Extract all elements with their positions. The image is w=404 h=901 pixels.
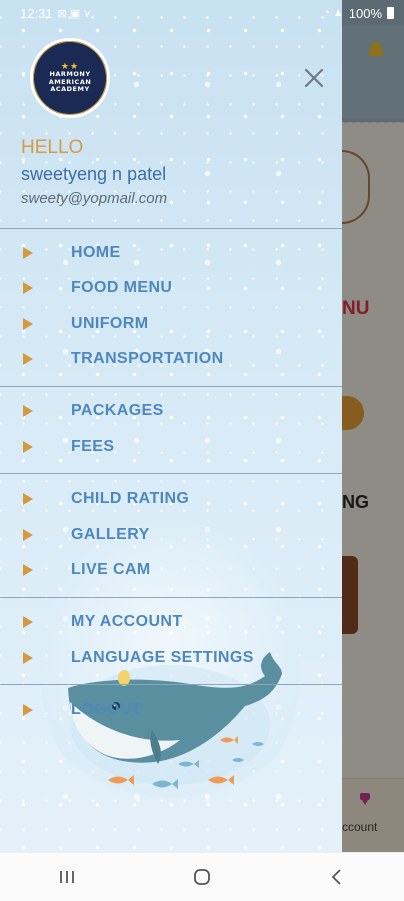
- menu-item-my-account[interactable]: MY ACCOUNT: [0, 606, 342, 638]
- menu-item-uniform[interactable]: UNIFORM: [0, 308, 342, 340]
- menu-item-label: GALLERY: [71, 526, 150, 543]
- menu-item-label: CHILD RATING: [71, 490, 190, 507]
- play-arrow-icon: [23, 318, 33, 330]
- menu-item-label: LIVE CAM: [71, 561, 151, 578]
- home-circle-icon: [194, 869, 210, 885]
- school-logo: ★★ HARMONY AMERICAN ACADEMY: [30, 38, 110, 118]
- menu-item-home[interactable]: HOME: [0, 237, 342, 269]
- menu-item-packages[interactable]: PACKAGES: [0, 395, 342, 427]
- wifi-signal-icon: ◔ ▲: [323, 7, 344, 19]
- menu-item-label: FOOD MENU: [71, 279, 173, 296]
- menu-divider: [0, 597, 342, 598]
- menu-item-language-settings[interactable]: LANGUAGE SETTINGS: [0, 642, 342, 674]
- menu-item-label: HOME: [71, 244, 121, 261]
- battery-icon: [387, 7, 394, 19]
- menu-item-logout[interactable]: LOGOUT: [0, 694, 342, 726]
- back-button[interactable]: [307, 857, 367, 897]
- menu-item-label: TRANSPORTATION: [71, 350, 224, 367]
- play-arrow-icon: [23, 441, 33, 453]
- menu-item-fees[interactable]: FEES: [0, 431, 342, 463]
- status-bar: 12:31 ⊠ ▣ ⋎ ◔ ▲ 100%: [0, 0, 404, 26]
- play-arrow-icon: [23, 247, 33, 259]
- battery-percent: 100%: [348, 5, 382, 21]
- menu-item-food-menu[interactable]: FOOD MENU: [0, 272, 342, 304]
- menu-item-label: LANGUAGE SETTINGS: [71, 649, 254, 666]
- menu-item-gallery[interactable]: GALLERY: [0, 519, 342, 551]
- menu-item-label: FEES: [71, 438, 115, 455]
- user-email: sweety@yopmail.com: [21, 190, 168, 207]
- menu-item-label: MY ACCOUNT: [71, 613, 183, 630]
- system-navigation-bar: [0, 852, 404, 901]
- recent-apps-icon: [60, 871, 75, 883]
- notification-icons: ⊠ ▣ ⋎: [57, 7, 92, 20]
- greeting-label: HELLO: [21, 137, 84, 158]
- menu-divider: [0, 386, 342, 387]
- menu-item-transportation[interactable]: TRANSPORTATION: [0, 343, 342, 375]
- logo-text: ACADEMY: [50, 85, 90, 94]
- play-arrow-icon: [23, 405, 33, 417]
- close-drawer-button[interactable]: [300, 64, 328, 92]
- play-arrow-icon: [23, 704, 33, 716]
- close-icon: [304, 68, 324, 88]
- navigation-drawer: ★★ HARMONY AMERICAN ACADEMY HELLO sweety…: [0, 0, 342, 852]
- menu-item-label: PACKAGES: [71, 402, 164, 419]
- play-arrow-icon: [23, 493, 33, 505]
- menu-divider: [0, 473, 342, 474]
- menu-item-label: LOGOUT: [71, 701, 142, 718]
- play-arrow-icon: [23, 282, 33, 294]
- menu-divider: [0, 684, 342, 685]
- play-arrow-icon: [23, 529, 33, 541]
- play-arrow-icon: [23, 564, 33, 576]
- play-arrow-icon: [23, 616, 33, 628]
- menu-divider: [0, 228, 342, 229]
- user-name: sweetyeng n patel: [21, 164, 167, 184]
- home-button[interactable]: [172, 857, 232, 897]
- menu-item-label: UNIFORM: [71, 315, 149, 332]
- menu-item-live-cam[interactable]: LIVE CAM: [0, 554, 342, 586]
- recent-apps-button[interactable]: [37, 857, 97, 897]
- status-time: 12:31: [20, 5, 53, 21]
- menu-item-child-rating[interactable]: CHILD RATING: [0, 483, 342, 515]
- back-chevron-icon: [331, 869, 341, 885]
- play-arrow-icon: [23, 652, 33, 664]
- play-arrow-icon: [23, 353, 33, 365]
